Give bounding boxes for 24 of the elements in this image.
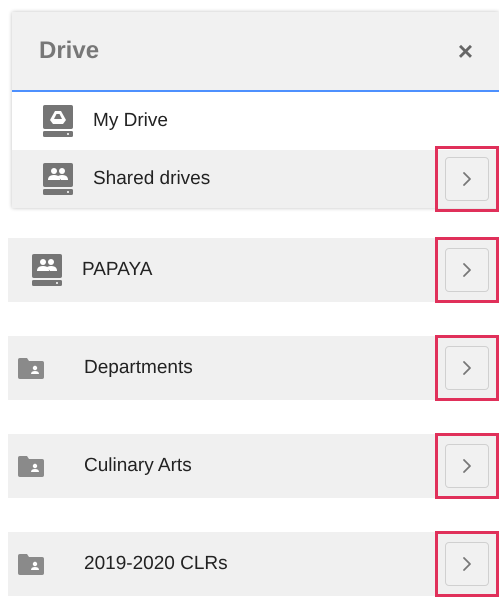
item-label: PAPAYA <box>82 258 154 282</box>
drive-item[interactable]: My Drive <box>12 92 499 150</box>
shared-folder-icon <box>18 358 44 378</box>
drive-icon <box>43 105 73 137</box>
item-label: My Drive <box>93 108 169 133</box>
close-button[interactable]: × <box>458 38 473 64</box>
folder-row[interactable]: Culinary Arts <box>8 434 499 498</box>
expand-button[interactable] <box>445 248 489 292</box>
expand-button[interactable] <box>445 157 489 201</box>
item-label: 2019-2020 CLRs <box>84 552 229 576</box>
shared-folder-icon <box>18 456 44 476</box>
folder-row[interactable]: PAPAYA <box>8 238 499 302</box>
folder-row[interactable]: 2019-2020 CLRs <box>8 532 499 596</box>
expand-button[interactable] <box>445 542 489 586</box>
item-label: Shared drives <box>93 166 212 191</box>
item-label: Departments <box>84 356 194 380</box>
expand-button[interactable] <box>445 444 489 488</box>
shared-drive-icon <box>32 254 62 286</box>
shared-drive-icon <box>43 163 73 195</box>
folder-row[interactable]: Departments <box>8 336 499 400</box>
panel-title: Drive <box>39 36 100 66</box>
item-label: Culinary Arts <box>84 454 193 478</box>
expand-button[interactable] <box>445 346 489 390</box>
shared-folder-icon <box>18 554 44 574</box>
